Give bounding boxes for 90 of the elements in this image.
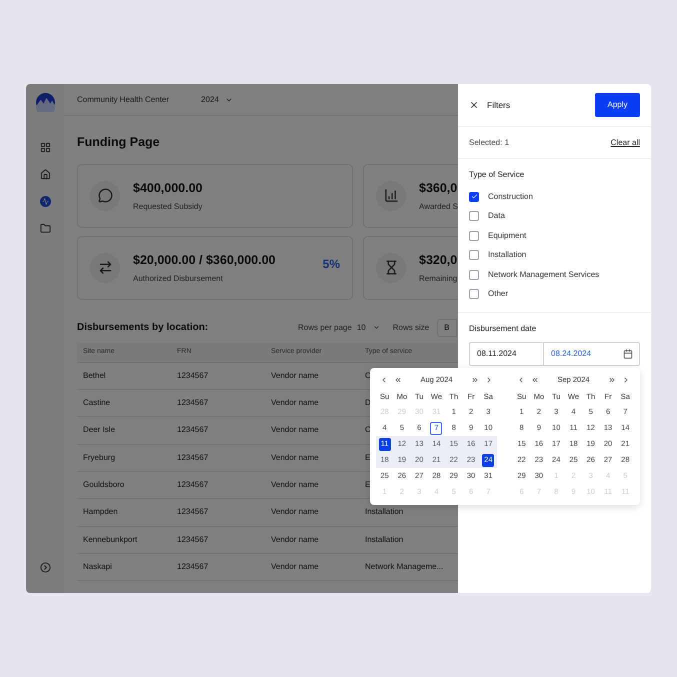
table-cell: C bbox=[365, 425, 371, 434]
table-cell: Deer Isle bbox=[83, 425, 116, 434]
table-cell: Vendor name bbox=[271, 370, 319, 380]
table-cell: Hampden bbox=[83, 507, 118, 516]
rows-per-page-label: Rows per page bbox=[298, 322, 352, 334]
option-label: Other bbox=[488, 288, 508, 300]
chat-bubble-icon bbox=[98, 188, 112, 204]
amount: $20,000.00 / $360,000.00 bbox=[133, 252, 276, 269]
checkbox[interactable] bbox=[469, 211, 479, 222]
table-cell: 1234567 bbox=[177, 398, 208, 408]
end-date[interactable]: 08.24.2024 bbox=[544, 348, 623, 360]
table-cell: Vendor name bbox=[271, 562, 319, 571]
table-cell: Network Manageme... bbox=[365, 562, 444, 571]
percent: 5% bbox=[322, 256, 340, 273]
close-icon[interactable] bbox=[469, 100, 479, 110]
hourglass-icon bbox=[384, 260, 398, 276]
logo-icon bbox=[36, 93, 54, 112]
table-cell: 1234567 bbox=[177, 534, 208, 544]
home-icon[interactable] bbox=[40, 169, 50, 180]
option-label: Equipment bbox=[488, 230, 526, 242]
grid-icon[interactable] bbox=[40, 142, 50, 153]
table-cell: E bbox=[365, 480, 370, 490]
amount: $400,000.00 bbox=[133, 180, 204, 197]
card-label: Authorized Disbursement bbox=[133, 272, 224, 285]
option-label: Data bbox=[488, 210, 505, 222]
view-button[interactable]: B bbox=[437, 318, 457, 337]
organization-name: Community Health Center bbox=[77, 94, 170, 106]
table-cell: Vendor name bbox=[271, 398, 319, 408]
date-range-field[interactable]: 08.11.2024 08.24.2024 bbox=[469, 342, 640, 366]
table-cell: Vendor name bbox=[271, 534, 319, 544]
next-year-icon[interactable] bbox=[471, 376, 479, 384]
table-cell: 1234567 bbox=[177, 425, 208, 434]
amount: $360,0 bbox=[419, 180, 458, 197]
section-title: Type of Service bbox=[469, 169, 526, 181]
previous-year-icon[interactable] bbox=[531, 376, 539, 384]
table-cell: Kennebunkport bbox=[83, 534, 138, 544]
activity-icon[interactable] bbox=[40, 196, 50, 207]
table-cell: 1234567 bbox=[177, 452, 208, 462]
next-month-icon[interactable] bbox=[622, 376, 630, 384]
checkbox[interactable] bbox=[469, 230, 479, 241]
table-cell: E bbox=[365, 452, 370, 462]
folder-icon[interactable] bbox=[40, 223, 50, 234]
calendar-icon[interactable] bbox=[623, 349, 633, 359]
previous-month-icon[interactable] bbox=[517, 376, 525, 384]
table-cell: Bethel bbox=[83, 370, 106, 380]
table-cell: Installation bbox=[365, 507, 404, 516]
checkbox[interactable] bbox=[469, 250, 479, 260]
table-title: Disbursements by location: bbox=[77, 321, 210, 336]
next-month-icon[interactable] bbox=[485, 376, 493, 384]
clear-all-link[interactable]: Clear all bbox=[610, 136, 640, 148]
next-year-icon[interactable] bbox=[608, 376, 616, 384]
rows-size-label: Rows size bbox=[392, 322, 430, 334]
selected-count: Selected: 1 bbox=[469, 136, 510, 148]
table-cell: 1234567 bbox=[177, 562, 208, 571]
chevron-down-icon bbox=[372, 324, 380, 332]
table-cell: Vendor name bbox=[271, 425, 319, 434]
checkbox[interactable] bbox=[469, 289, 479, 300]
table-cell: Vendor name bbox=[271, 452, 319, 462]
expand-sidebar-icon[interactable] bbox=[40, 562, 50, 573]
panel-title: Filters bbox=[487, 98, 512, 112]
table-cell: 1234567 bbox=[177, 480, 208, 490]
previous-year-icon[interactable] bbox=[394, 376, 402, 384]
table-cell: Fryeburg bbox=[83, 452, 116, 462]
table-cell: Naskapi bbox=[83, 562, 112, 571]
table-cell: Installation bbox=[365, 534, 404, 544]
table-cell: Vendor name bbox=[271, 480, 319, 490]
apply-button[interactable]: Apply bbox=[595, 93, 640, 117]
table-cell: 1234567 bbox=[177, 370, 208, 380]
previous-month-icon[interactable] bbox=[380, 376, 388, 384]
year-dropdown[interactable]: 2024 bbox=[201, 94, 233, 106]
rows-per-page-select[interactable]: 10 bbox=[356, 322, 380, 334]
transfer-arrows-icon bbox=[98, 260, 112, 276]
option-label: Installation bbox=[488, 249, 526, 262]
start-date[interactable]: 08.11.2024 bbox=[470, 343, 544, 365]
checkbox[interactable] bbox=[469, 270, 479, 280]
table-cell: Castine bbox=[83, 398, 110, 408]
table-cell: 1234567 bbox=[177, 507, 208, 516]
option-label: Network Management Services bbox=[488, 268, 600, 281]
page-title: Funding Page bbox=[77, 134, 161, 151]
card-label: Remaining bbox=[419, 272, 458, 285]
checkbox[interactable] bbox=[469, 192, 479, 202]
amount: $320,0 bbox=[419, 252, 458, 269]
table-cell: C bbox=[365, 370, 371, 380]
table-cell: Vendor name bbox=[271, 507, 319, 516]
bar-chart-icon bbox=[384, 188, 398, 204]
section-title: Disbursement date bbox=[469, 323, 538, 335]
table-cell: Gouldsboro bbox=[83, 480, 124, 490]
option-label: Construction bbox=[488, 190, 533, 203]
card-label: Awarded S bbox=[419, 200, 458, 213]
card-label: Requested Subsidy bbox=[133, 200, 204, 213]
